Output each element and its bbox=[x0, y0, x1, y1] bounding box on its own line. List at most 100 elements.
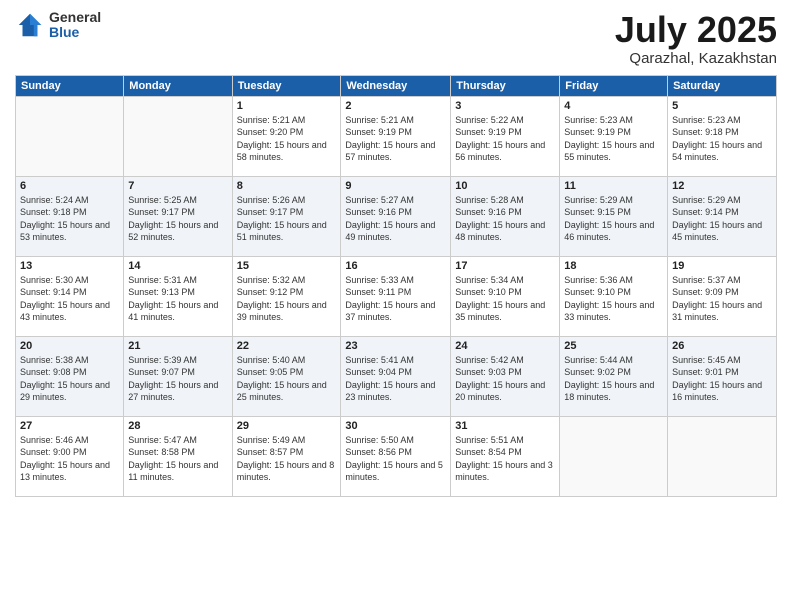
day-number: 15 bbox=[237, 260, 337, 272]
day-cell-w5-d7 bbox=[668, 416, 777, 496]
day-number: 14 bbox=[128, 260, 227, 272]
day-number: 8 bbox=[237, 180, 337, 192]
day-cell-w3-d6: 18Sunrise: 5:36 AMSunset: 9:10 PMDayligh… bbox=[560, 256, 668, 336]
day-info: Sunrise: 5:46 AMSunset: 9:00 PMDaylight:… bbox=[20, 434, 119, 484]
day-info: Sunrise: 5:23 AMSunset: 9:18 PMDaylight:… bbox=[672, 114, 772, 164]
day-info: Sunrise: 5:22 AMSunset: 9:19 PMDaylight:… bbox=[455, 114, 555, 164]
day-number: 19 bbox=[672, 260, 772, 272]
day-number: 25 bbox=[564, 340, 663, 352]
day-cell-w3-d3: 15Sunrise: 5:32 AMSunset: 9:12 PMDayligh… bbox=[232, 256, 341, 336]
day-number: 2 bbox=[345, 100, 446, 112]
day-info: Sunrise: 5:27 AMSunset: 9:16 PMDaylight:… bbox=[345, 194, 446, 244]
header-tuesday: Tuesday bbox=[232, 75, 341, 96]
page: General Blue July 2025 Qarazhal, Kazakhs… bbox=[0, 0, 792, 612]
day-cell-w2-d3: 8Sunrise: 5:26 AMSunset: 9:17 PMDaylight… bbox=[232, 176, 341, 256]
day-info: Sunrise: 5:41 AMSunset: 9:04 PMDaylight:… bbox=[345, 354, 446, 404]
day-number: 23 bbox=[345, 340, 446, 352]
day-info: Sunrise: 5:24 AMSunset: 9:18 PMDaylight:… bbox=[20, 194, 119, 244]
weekday-header-row: Sunday Monday Tuesday Wednesday Thursday… bbox=[16, 75, 777, 96]
title-block: July 2025 Qarazhal, Kazakhstan bbox=[615, 10, 777, 67]
day-cell-w2-d5: 10Sunrise: 5:28 AMSunset: 9:16 PMDayligh… bbox=[451, 176, 560, 256]
calendar-table: Sunday Monday Tuesday Wednesday Thursday… bbox=[15, 75, 777, 497]
day-info: Sunrise: 5:45 AMSunset: 9:01 PMDaylight:… bbox=[672, 354, 772, 404]
day-number: 24 bbox=[455, 340, 555, 352]
day-cell-w3-d5: 17 Sunrise: 5:34 AMSunset: 9:10 PMDayligh… bbox=[451, 256, 560, 336]
day-number: 9 bbox=[345, 180, 446, 192]
day-cell-w1-d2 bbox=[124, 96, 232, 176]
week-row-3: 13 Sunrise: 5:30 AMSunset: 9:14 PMDayligh… bbox=[16, 256, 777, 336]
day-number: 30 bbox=[345, 420, 446, 432]
day-cell-w2-d4: 9 Sunrise: 5:27 AMSunset: 9:16 PMDaylight… bbox=[341, 176, 451, 256]
day-info: Sunrise: 5:49 AMSunset: 8:57 PMDaylight:… bbox=[237, 434, 337, 484]
week-row-4: 20 Sunrise: 5:38 AMSunset: 9:08 PMDayligh… bbox=[16, 336, 777, 416]
day-info: Sunrise: 5:25 AMSunset: 9:17 PMDaylight:… bbox=[128, 194, 227, 244]
day-number: 11 bbox=[564, 180, 663, 192]
day-info: Sunrise: 5:28 AMSunset: 9:16 PMDaylight:… bbox=[455, 194, 555, 244]
logo: General Blue bbox=[15, 10, 101, 41]
day-cell-w4-d6: 25 Sunrise: 5:44 AMSunset: 9:02 PMDayligh… bbox=[560, 336, 668, 416]
day-number: 6 bbox=[20, 180, 119, 192]
logo-icon bbox=[15, 10, 45, 40]
day-cell-w1-d1 bbox=[16, 96, 124, 176]
day-cell-w1-d6: 4Sunrise: 5:23 AMSunset: 9:19 PMDaylight… bbox=[560, 96, 668, 176]
day-cell-w5-d6 bbox=[560, 416, 668, 496]
header-wednesday: Wednesday bbox=[341, 75, 451, 96]
day-number: 5 bbox=[672, 100, 772, 112]
day-cell-w3-d2: 14Sunrise: 5:31 AMSunset: 9:13 PMDayligh… bbox=[124, 256, 232, 336]
day-cell-w3-d4: 16 Sunrise: 5:33 AMSunset: 9:11 PMDayligh… bbox=[341, 256, 451, 336]
header-friday: Friday bbox=[560, 75, 668, 96]
day-info: Sunrise: 5:33 AMSunset: 9:11 PMDaylight:… bbox=[345, 274, 446, 324]
day-number: 13 bbox=[20, 260, 119, 272]
day-number: 3 bbox=[455, 100, 555, 112]
day-cell-w2-d6: 11 Sunrise: 5:29 AMSunset: 9:15 PMDayligh… bbox=[560, 176, 668, 256]
day-info: Sunrise: 5:44 AMSunset: 9:02 PMDaylight:… bbox=[564, 354, 663, 404]
day-number: 17 bbox=[455, 260, 555, 272]
day-number: 20 bbox=[20, 340, 119, 352]
day-info: Sunrise: 5:37 AMSunset: 9:09 PMDaylight:… bbox=[672, 274, 772, 324]
day-info: Sunrise: 5:40 AMSunset: 9:05 PMDaylight:… bbox=[237, 354, 337, 404]
day-cell-w4-d2: 21Sunrise: 5:39 AMSunset: 9:07 PMDayligh… bbox=[124, 336, 232, 416]
day-cell-w5-d2: 28Sunrise: 5:47 AMSunset: 8:58 PMDayligh… bbox=[124, 416, 232, 496]
day-cell-w5-d4: 30 Sunrise: 5:50 AMSunset: 8:56 PMDayligh… bbox=[341, 416, 451, 496]
week-row-1: 1Sunrise: 5:21 AMSunset: 9:20 PMDaylight… bbox=[16, 96, 777, 176]
day-info: Sunrise: 5:34 AMSunset: 9:10 PMDaylight:… bbox=[455, 274, 555, 324]
day-number: 1 bbox=[237, 100, 337, 112]
day-number: 27 bbox=[20, 420, 119, 432]
day-number: 29 bbox=[237, 420, 337, 432]
day-cell-w4-d4: 23 Sunrise: 5:41 AMSunset: 9:04 PMDayligh… bbox=[341, 336, 451, 416]
day-number: 16 bbox=[345, 260, 446, 272]
logo-general-text: General bbox=[49, 10, 101, 25]
logo-text: General Blue bbox=[49, 10, 101, 41]
day-info: Sunrise: 5:39 AMSunset: 9:07 PMDaylight:… bbox=[128, 354, 227, 404]
day-cell-w4-d5: 24 Sunrise: 5:42 AMSunset: 9:03 PMDayligh… bbox=[451, 336, 560, 416]
header-monday: Monday bbox=[124, 75, 232, 96]
day-info: Sunrise: 5:38 AMSunset: 9:08 PMDaylight:… bbox=[20, 354, 119, 404]
week-row-2: 6 Sunrise: 5:24 AMSunset: 9:18 PMDaylight… bbox=[16, 176, 777, 256]
day-number: 26 bbox=[672, 340, 772, 352]
day-cell-w1-d3: 1Sunrise: 5:21 AMSunset: 9:20 PMDaylight… bbox=[232, 96, 341, 176]
day-cell-w2-d2: 7 Sunrise: 5:25 AMSunset: 9:17 PMDaylight… bbox=[124, 176, 232, 256]
day-cell-w3-d7: 19 Sunrise: 5:37 AMSunset: 9:09 PMDayligh… bbox=[668, 256, 777, 336]
header: General Blue July 2025 Qarazhal, Kazakhs… bbox=[15, 10, 777, 67]
day-cell-w4-d7: 26 Sunrise: 5:45 AMSunset: 9:01 PMDayligh… bbox=[668, 336, 777, 416]
day-info: Sunrise: 5:29 AMSunset: 9:14 PMDaylight:… bbox=[672, 194, 772, 244]
day-cell-w5-d1: 27 Sunrise: 5:46 AMSunset: 9:00 PMDayligh… bbox=[16, 416, 124, 496]
day-cell-w3-d1: 13 Sunrise: 5:30 AMSunset: 9:14 PMDayligh… bbox=[16, 256, 124, 336]
day-number: 4 bbox=[564, 100, 663, 112]
day-info: Sunrise: 5:30 AMSunset: 9:14 PMDaylight:… bbox=[20, 274, 119, 324]
day-cell-w4-d1: 20 Sunrise: 5:38 AMSunset: 9:08 PMDayligh… bbox=[16, 336, 124, 416]
day-info: Sunrise: 5:42 AMSunset: 9:03 PMDaylight:… bbox=[455, 354, 555, 404]
day-info: Sunrise: 5:29 AMSunset: 9:15 PMDaylight:… bbox=[564, 194, 663, 244]
day-cell-w5-d5: 31Sunrise: 5:51 AMSunset: 8:54 PMDayligh… bbox=[451, 416, 560, 496]
day-number: 7 bbox=[128, 180, 227, 192]
logo-blue-text: Blue bbox=[49, 25, 101, 40]
day-info: Sunrise: 5:36 AMSunset: 9:10 PMDaylight:… bbox=[564, 274, 663, 324]
day-number: 31 bbox=[455, 420, 555, 432]
header-saturday: Saturday bbox=[668, 75, 777, 96]
week-row-5: 27 Sunrise: 5:46 AMSunset: 9:00 PMDayligh… bbox=[16, 416, 777, 496]
day-info: Sunrise: 5:50 AMSunset: 8:56 PMDaylight:… bbox=[345, 434, 446, 484]
day-number: 28 bbox=[128, 420, 227, 432]
day-cell-w2-d1: 6 Sunrise: 5:24 AMSunset: 9:18 PMDaylight… bbox=[16, 176, 124, 256]
day-number: 22 bbox=[237, 340, 337, 352]
day-cell-w4-d3: 22 Sunrise: 5:40 AMSunset: 9:05 PMDayligh… bbox=[232, 336, 341, 416]
